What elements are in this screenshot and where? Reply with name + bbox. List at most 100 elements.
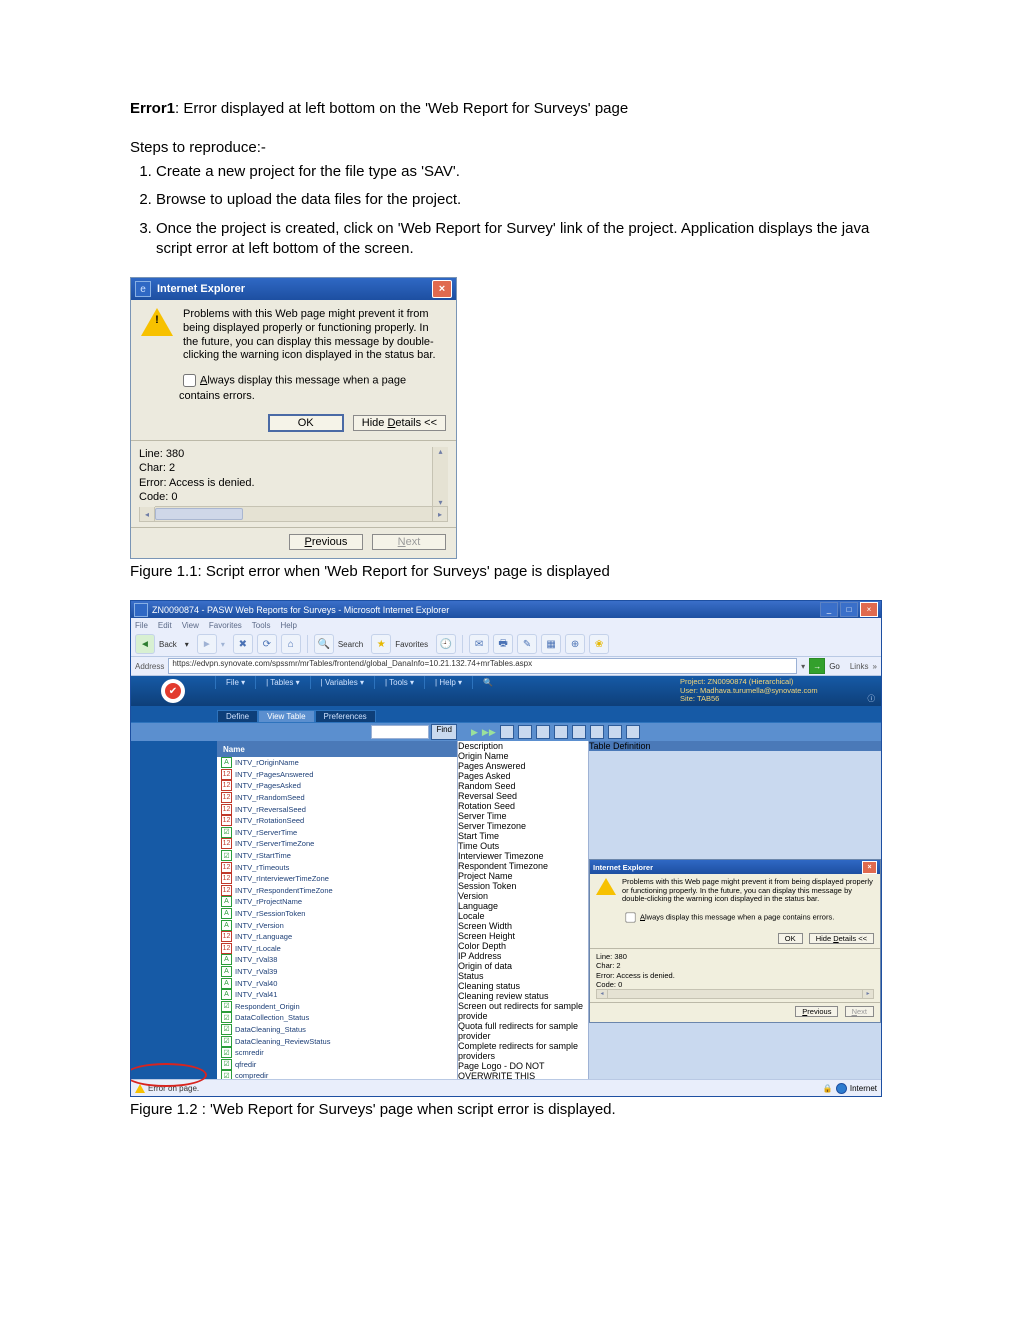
print-icon[interactable]: 🖶 — [493, 634, 513, 654]
edit-icon[interactable]: ✎ — [517, 634, 537, 654]
window-titlebar[interactable]: ZN0090874 - PASW Web Reports for Surveys… — [131, 601, 881, 618]
horizontal-scrollbar[interactable]: ◂ ▸ — [139, 507, 448, 521]
variable-row[interactable]: 12INTV_rPagesAnswered — [217, 769, 457, 781]
next-button[interactable]: Next — [372, 534, 446, 550]
menu-item[interactable]: Tools — [252, 621, 271, 630]
variable-row[interactable]: 12INTV_rTimeouts — [217, 861, 457, 873]
go-button[interactable]: → — [809, 658, 825, 674]
menu-item[interactable]: Edit — [158, 621, 172, 630]
tab-preferences[interactable]: Preferences — [315, 710, 376, 722]
toolbar-icon[interactable] — [608, 725, 622, 739]
toolbar-icon[interactable] — [590, 725, 604, 739]
variable-row[interactable]: AINTV_rVersion — [217, 919, 457, 931]
app-menu[interactable]: | Help ▾ — [424, 676, 472, 689]
variable-row[interactable]: ☑DataCleaning_Status — [217, 1024, 457, 1036]
dialog-titlebar[interactable]: e Internet Explorer × — [131, 278, 456, 300]
always-display-checkbox[interactable] — [183, 374, 196, 387]
menu-item[interactable]: Favorites — [209, 621, 242, 630]
close-button[interactable]: × — [862, 861, 877, 874]
address-input[interactable]: https://edvpn.synovate.com/spssmr/mrTabl… — [168, 658, 797, 674]
toolbar-icon[interactable] — [554, 725, 568, 739]
next-button[interactable]: Next — [845, 1006, 874, 1017]
links-label[interactable]: Links — [850, 662, 869, 671]
variable-row[interactable]: AINTV_rOriginName — [217, 757, 457, 769]
back-button[interactable]: ◄ — [135, 634, 155, 654]
app-toolbar: Find ▶▶▶ — [131, 722, 881, 741]
variable-row[interactable]: ☑DataCleaning_ReviewStatus — [217, 1035, 457, 1047]
variable-row[interactable]: AINTV_rProjectName — [217, 896, 457, 908]
status-error[interactable]: Error on page. — [135, 1083, 199, 1093]
mail-icon[interactable]: ✉ — [469, 634, 489, 654]
variable-row[interactable]: 12INTV_rRespondentTimeZone — [217, 885, 457, 897]
vertical-scrollbar[interactable]: ▴▾ — [432, 447, 448, 507]
hide-details-button[interactable]: Hide Details << — [809, 933, 874, 944]
app-menu[interactable]: | Tables ▾ — [255, 676, 310, 689]
tab-define[interactable]: Define — [217, 710, 258, 722]
find-button[interactable]: Find — [431, 724, 457, 740]
column-header-description[interactable]: Description — [458, 741, 588, 751]
variable-row[interactable]: 12INTV_rInterviewerTimeZone — [217, 873, 457, 885]
variable-row[interactable]: AINTV_rSessionToken — [217, 908, 457, 920]
menu-item[interactable]: Help — [280, 621, 296, 630]
previous-button[interactable]: Previous — [795, 1006, 838, 1017]
variable-row[interactable]: ☑INTV_rServerTime — [217, 827, 457, 839]
variable-row[interactable]: 12INTV_rServerTimeZone — [217, 838, 457, 850]
variable-description: Complete redirects for sample providers — [458, 1041, 588, 1061]
variable-row[interactable]: ☑scmredir — [217, 1047, 457, 1059]
toolbar-icon[interactable] — [518, 725, 532, 739]
app-search-icon[interactable]: 🔍 — [472, 676, 503, 689]
research-icon[interactable]: ⊕ — [565, 634, 585, 654]
variable-row[interactable]: 12INTV_rPagesAsked — [217, 780, 457, 792]
error-label: Error1 — [130, 100, 175, 117]
close-button[interactable]: × — [860, 602, 878, 617]
variable-description: Server Timezone — [458, 821, 588, 831]
find-input[interactable] — [371, 725, 429, 739]
messenger-icon[interactable]: ❀ — [589, 634, 609, 654]
variable-row[interactable]: 12INTV_rRandomSeed — [217, 792, 457, 804]
favorites-icon[interactable]: ★ — [371, 634, 391, 654]
ok-button[interactable]: OK — [268, 414, 344, 432]
variable-row[interactable]: ☑Respondent_Origin — [217, 1000, 457, 1012]
menu-item[interactable]: View — [182, 621, 199, 630]
discuss-icon[interactable]: ▦ — [541, 634, 561, 654]
column-header-name[interactable]: Name — [217, 741, 457, 757]
tab-view-table[interactable]: View Table — [258, 710, 314, 722]
variable-row[interactable]: 12INTV_rLanguage — [217, 931, 457, 943]
forward-button[interactable]: ► — [197, 634, 217, 654]
variable-row[interactable]: 12INTV_rLocale — [217, 943, 457, 955]
toolbar-icon[interactable] — [626, 725, 640, 739]
close-button[interactable]: × — [432, 280, 452, 298]
search-icon[interactable]: 🔍 — [314, 634, 334, 654]
always-display-checkbox[interactable] — [625, 912, 635, 922]
variable-row[interactable]: ☑INTV_rStartTime — [217, 850, 457, 862]
horizontal-scrollbar[interactable]: ◂▸ — [596, 989, 874, 999]
variable-row[interactable]: 12INTV_rReversalSeed — [217, 803, 457, 815]
stop-button[interactable]: ✖ — [233, 634, 253, 654]
variable-row[interactable]: ☑qfredir — [217, 1058, 457, 1070]
app-menu[interactable]: | Tools ▾ — [374, 676, 424, 689]
ie-icon: e — [135, 281, 151, 297]
variable-row[interactable]: AINTV_rVal38 — [217, 954, 457, 966]
column-header-tabledef[interactable]: Table Definition — [589, 741, 881, 751]
minimize-button[interactable]: _ — [820, 602, 838, 617]
home-button[interactable]: ⌂ — [281, 634, 301, 654]
menu-item[interactable]: File — [135, 621, 148, 630]
app-menu[interactable]: | Variables ▾ — [310, 676, 374, 689]
app-menu[interactable]: File ▾ — [215, 676, 255, 689]
variable-row[interactable]: AINTV_rVal40 — [217, 977, 457, 989]
toolbar-icon[interactable] — [536, 725, 550, 739]
previous-button[interactable]: Previous — [289, 534, 363, 550]
variable-row[interactable]: 12INTV_rRotationSeed — [217, 815, 457, 827]
dialog-titlebar[interactable]: Internet Explorer × — [590, 860, 880, 874]
variable-row[interactable]: AINTV_rVal39 — [217, 966, 457, 978]
hide-details-button[interactable]: Hide Details << — [353, 415, 446, 431]
maximize-button[interactable]: □ — [840, 602, 858, 617]
refresh-button[interactable]: ⟳ — [257, 634, 277, 654]
ok-button[interactable]: OK — [778, 933, 803, 944]
variable-row[interactable]: ☑DataCollection_Status — [217, 1012, 457, 1024]
variable-row[interactable]: AINTV_rVal41 — [217, 989, 457, 1001]
ie-menubar[interactable]: File Edit View Favorites Tools Help — [131, 618, 881, 632]
history-icon[interactable]: 🕘 — [436, 634, 456, 654]
toolbar-icon[interactable] — [500, 725, 514, 739]
toolbar-icon[interactable] — [572, 725, 586, 739]
